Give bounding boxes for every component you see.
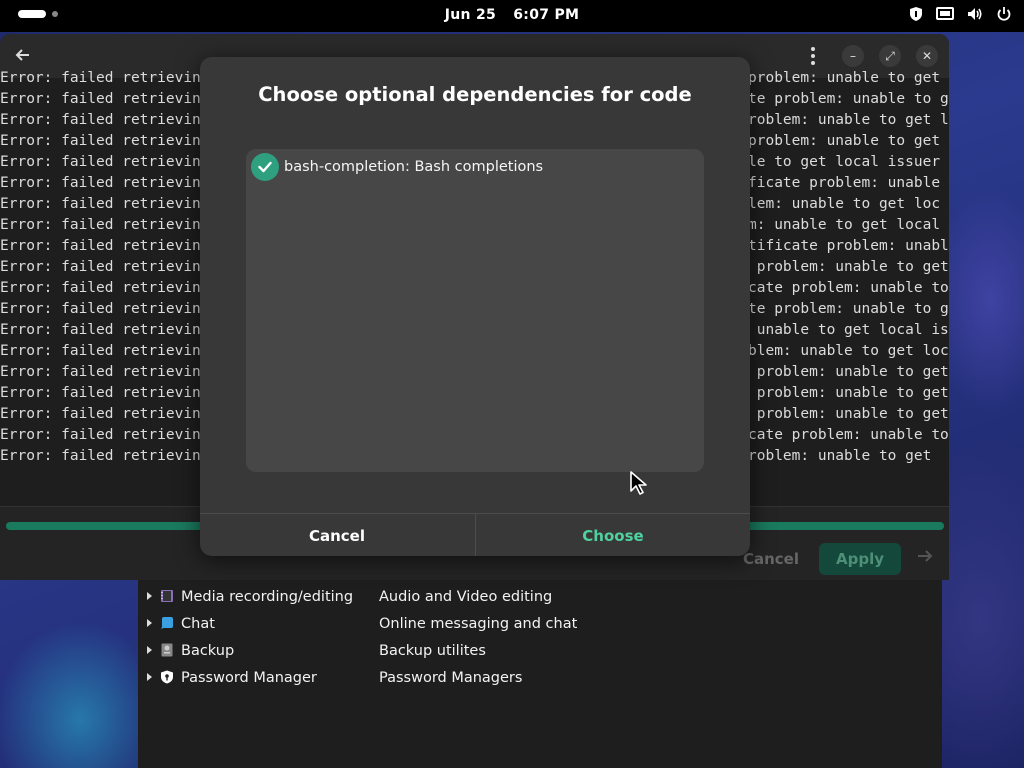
log-line-right: cate problem: unable to bbox=[748, 427, 949, 443]
log-line-left: Error: failed retrievin bbox=[0, 385, 201, 401]
minimize-icon: – bbox=[850, 49, 856, 63]
close-icon: ✕ bbox=[921, 49, 933, 63]
category-name: Chat bbox=[181, 615, 215, 632]
log-line-left: Error: failed retrievin bbox=[0, 133, 201, 149]
choose-button[interactable]: Choose bbox=[475, 514, 750, 556]
next-arrow-icon[interactable] bbox=[915, 548, 935, 564]
log-line-left: Error: failed retrievin bbox=[0, 322, 201, 338]
system-tray[interactable] bbox=[908, 6, 1012, 22]
log-line-right: m: unable to get local bbox=[748, 217, 941, 233]
category-description: Online messaging and chat bbox=[379, 615, 578, 632]
category-row[interactable]: Media recording/editing Audio and Video … bbox=[138, 583, 942, 610]
category-row[interactable]: Password Manager Password Managers bbox=[138, 664, 942, 691]
dependency-label: bash-completion: Bash completions bbox=[284, 159, 544, 175]
top-bar: Jun 25 6:07 PM bbox=[0, 0, 1024, 32]
log-line-left: Error: failed retrievin bbox=[0, 154, 201, 170]
log-line-right: problem: unable to get bbox=[748, 385, 949, 401]
shield-icon bbox=[161, 670, 173, 684]
log-line-left: Error: failed retrievin bbox=[0, 91, 201, 107]
apply-button[interactable]: Apply bbox=[819, 543, 901, 575]
category-description: Backup utilites bbox=[379, 642, 486, 659]
log-line-left: Error: failed retrievin bbox=[0, 301, 201, 317]
checkbox-checked[interactable] bbox=[251, 153, 279, 181]
chat-icon bbox=[161, 617, 173, 629]
checkmark-icon bbox=[258, 161, 272, 173]
log-line-right: lem: unable to get loc bbox=[748, 196, 941, 212]
log-line-right: problem: unable to get bbox=[748, 259, 949, 275]
log-line-right: te problem: unable to g bbox=[748, 91, 949, 107]
log-line-right: blem: unable to get loc bbox=[748, 343, 949, 359]
minimize-button[interactable]: – bbox=[842, 45, 864, 67]
expand-arrow-icon[interactable] bbox=[147, 673, 152, 681]
expand-arrow-icon[interactable] bbox=[147, 646, 152, 654]
log-line-left: Error: failed retrievin bbox=[0, 238, 201, 254]
dependency-list: bash-completion: Bash completions bbox=[246, 149, 704, 472]
optional-dependencies-dialog: Choose optional dependencies for code ba… bbox=[200, 57, 750, 556]
category-name: Media recording/editing bbox=[181, 588, 354, 605]
log-line-right: le to get local issuer bbox=[748, 154, 941, 170]
log-line-left: Error: failed retrievin bbox=[0, 280, 201, 296]
category-name: Backup bbox=[181, 642, 235, 659]
category-name: Password Manager bbox=[181, 669, 317, 686]
log-line-right: problem: unable to get l bbox=[748, 70, 949, 86]
log-line-left: Error: failed retrievin bbox=[0, 259, 201, 275]
log-line-left: Error: failed retrievin bbox=[0, 217, 201, 233]
log-line-left: Error: failed retrievin bbox=[0, 70, 201, 86]
dependency-item[interactable]: bash-completion: Bash completions bbox=[251, 153, 543, 181]
log-line-right: roblem: unable to get bbox=[748, 448, 932, 464]
category-list-window: Media recording/editing Audio and Video … bbox=[138, 580, 942, 768]
log-line-right: roblem: unable to get l bbox=[748, 112, 949, 128]
log-line-right: tificate problem: unabl bbox=[748, 238, 949, 254]
log-line-left: Error: failed retrievin bbox=[0, 427, 201, 443]
back-arrow-icon[interactable] bbox=[14, 46, 32, 64]
expand-arrow-icon[interactable] bbox=[147, 619, 152, 627]
film-icon bbox=[161, 590, 173, 602]
volume-icon bbox=[968, 8, 982, 20]
category-description: Audio and Video editing bbox=[379, 588, 553, 605]
close-button[interactable]: ✕ bbox=[916, 45, 938, 67]
screen-share-icon bbox=[936, 7, 954, 20]
log-line-right: ficate problem: unable bbox=[748, 175, 941, 191]
log-line-left: Error: failed retrievin bbox=[0, 364, 201, 380]
log-line-right: cate problem: unable to bbox=[748, 280, 949, 296]
log-line-right: problem: unable to get bbox=[748, 133, 941, 149]
kebab-menu-icon[interactable] bbox=[806, 46, 820, 66]
log-line-right: te problem: unable to g bbox=[748, 301, 949, 317]
dialog-title: Choose optional dependencies for code bbox=[258, 83, 692, 106]
mouse-pointer-icon bbox=[630, 471, 647, 495]
power-icon bbox=[997, 7, 1011, 21]
log-line-right: problem: unable to get bbox=[748, 364, 949, 380]
log-line-left: Error: failed retrievin bbox=[0, 406, 201, 422]
expand-arrow-icon[interactable] bbox=[147, 592, 152, 600]
log-line-left: Error: failed retrievin bbox=[0, 196, 201, 212]
category-row[interactable]: Chat Online messaging and chat bbox=[138, 610, 942, 637]
cancel-button[interactable]: Cancel bbox=[200, 514, 474, 556]
backup-icon bbox=[161, 643, 173, 657]
maximize-button[interactable]: ⤢ bbox=[879, 45, 901, 67]
clock-time: 6:07 PM bbox=[513, 7, 580, 23]
clock-date: Jun 25 bbox=[444, 7, 497, 23]
log-line-left: Error: failed retrievin bbox=[0, 175, 201, 191]
category-description: Password Managers bbox=[379, 669, 523, 686]
clock[interactable]: Jun 25 6:07 PM bbox=[0, 7, 1024, 23]
category-row[interactable]: Backup Backup utilites bbox=[138, 637, 942, 664]
log-line-left: Error: failed retrievin bbox=[0, 112, 201, 128]
maximize-icon: ⤢ bbox=[885, 48, 895, 63]
log-line-right: unable to get local is bbox=[748, 322, 949, 338]
dialog-footer: Cancel Choose bbox=[200, 513, 750, 556]
log-line-left: Error: failed retrievin bbox=[0, 343, 201, 359]
log-line-right: problem: unable to get bbox=[748, 406, 949, 422]
log-line-left: Error: failed retrievin bbox=[0, 448, 201, 464]
privacy-shield-icon bbox=[910, 7, 922, 21]
